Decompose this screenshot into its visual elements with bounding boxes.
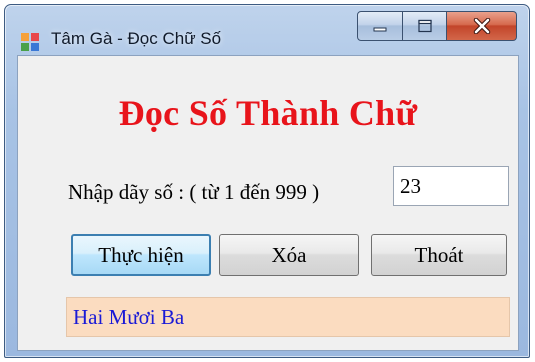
clear-button[interactable]: Xóa xyxy=(219,234,359,276)
window-controls xyxy=(357,11,517,41)
windows-form-icon xyxy=(21,33,39,51)
minimize-button[interactable] xyxy=(357,11,403,41)
minimize-icon xyxy=(373,27,387,32)
window-title: Tâm Gà - Đọc Chữ Số xyxy=(51,29,222,48)
maximize-button[interactable] xyxy=(403,11,447,41)
maximize-icon xyxy=(417,19,432,33)
number-input-label: Nhập dãy số : ( từ 1 đến 999 ) xyxy=(68,180,320,204)
form-client-area: Đọc Số Thành Chữ Nhập dãy số : ( từ 1 đế… xyxy=(17,55,519,351)
page-title: Đọc Số Thành Chữ xyxy=(118,93,418,133)
run-button[interactable]: Thực hiện xyxy=(71,234,211,276)
result-output: Hai Mươi Ba xyxy=(66,297,510,337)
app-window: Tâm Gà - Đọc Chữ Số Đọc Số Thành Chữ Nhậ… xyxy=(4,4,530,358)
close-button[interactable] xyxy=(447,11,517,41)
title-bar[interactable]: Tâm Gà - Đọc Chữ Số xyxy=(5,5,529,51)
close-icon xyxy=(473,18,490,34)
number-input[interactable] xyxy=(393,166,509,206)
exit-button[interactable]: Thoát xyxy=(371,234,507,276)
